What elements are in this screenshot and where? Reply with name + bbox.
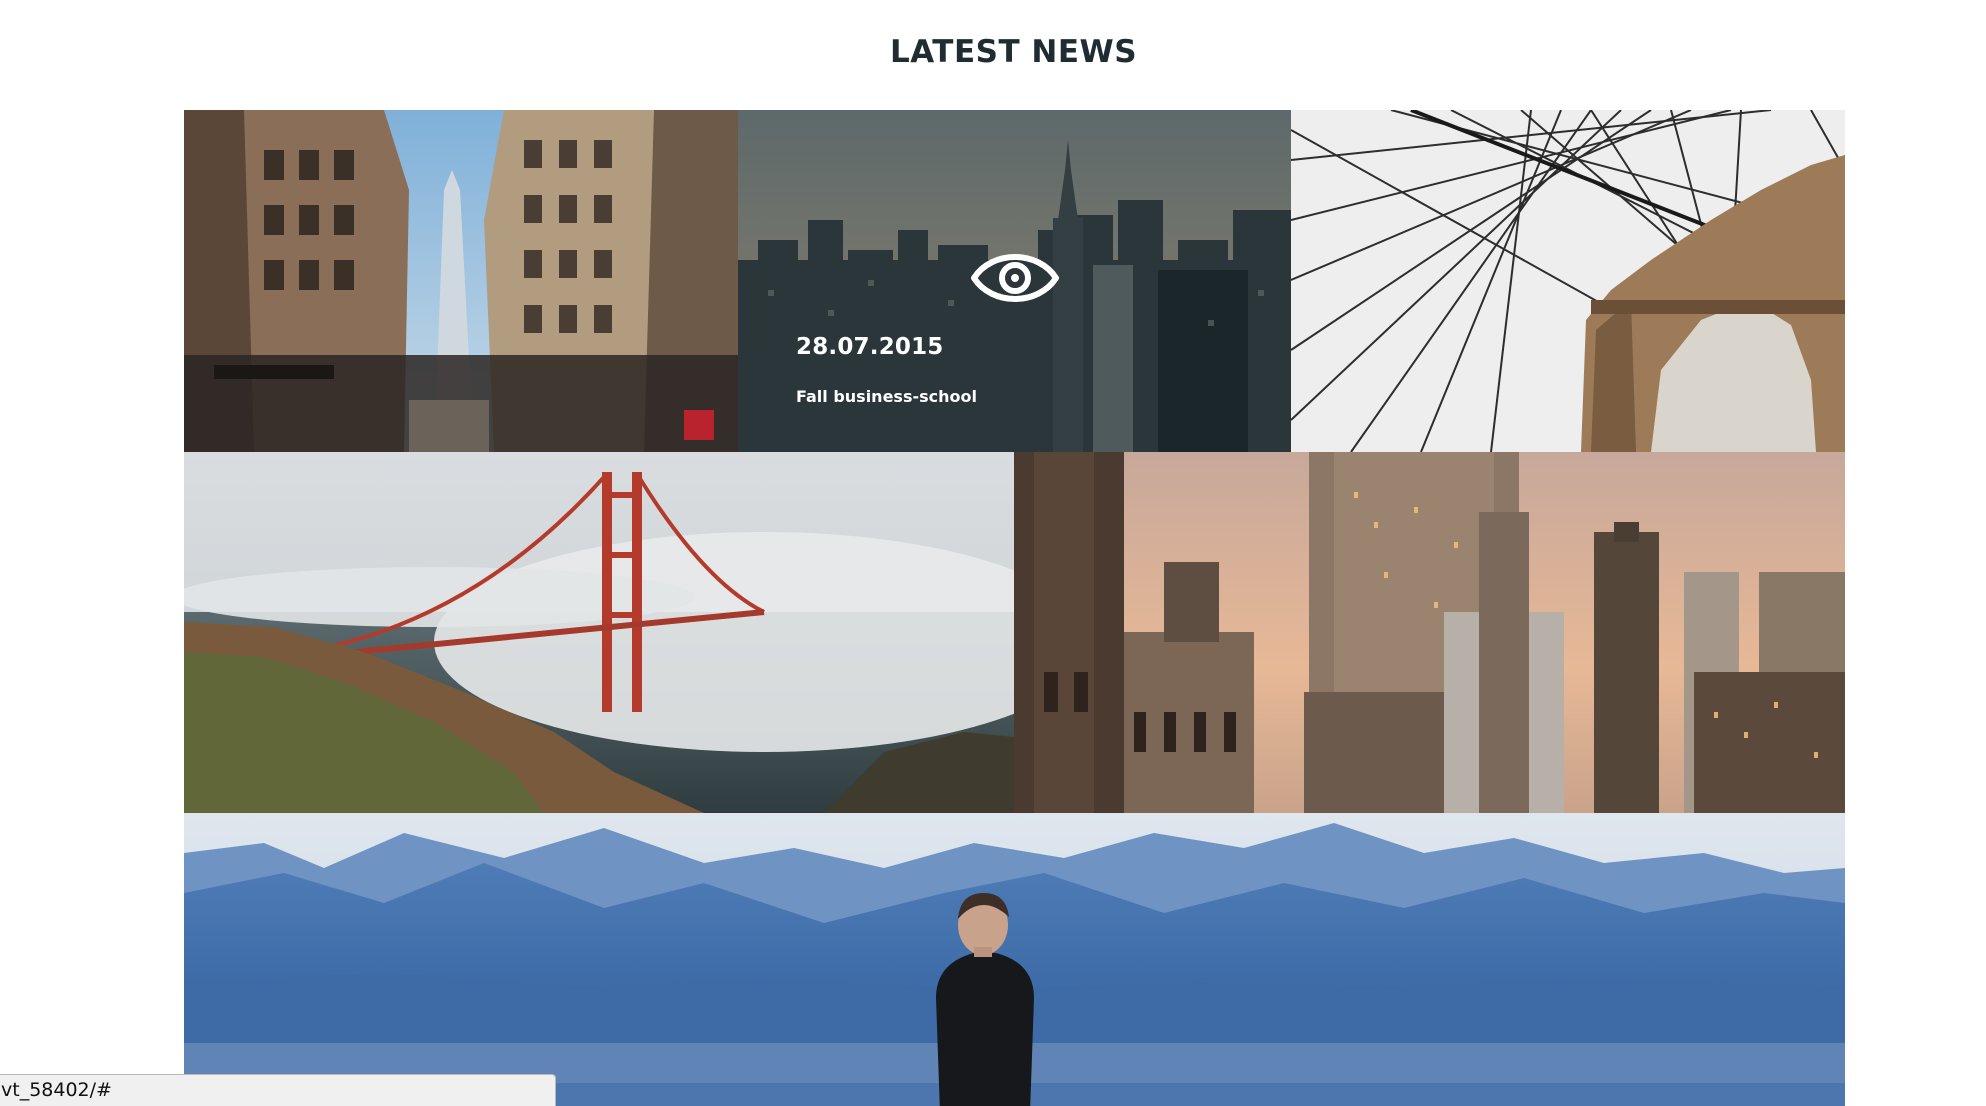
- page: LATEST NEWS 28.07.2015 Fall business-sch…: [0, 0, 1986, 1106]
- news-date: 28.07.2015: [796, 334, 944, 360]
- news-tile-2[interactable]: 28.07.2015 Fall business-school: [738, 110, 1291, 452]
- news-image-6: [184, 813, 1845, 1106]
- news-tile-4[interactable]: [184, 452, 1014, 813]
- news-title[interactable]: Fall business-school: [796, 387, 977, 406]
- news-image-5: [1014, 452, 1845, 813]
- status-bar-url: vt_58402/#: [0, 1074, 556, 1106]
- news-image-4: [184, 452, 1014, 813]
- news-tile-1[interactable]: [184, 110, 738, 452]
- news-tile-6[interactable]: [184, 813, 1845, 1106]
- news-tile-5[interactable]: [1014, 452, 1845, 813]
- news-image-3: [1291, 110, 1845, 452]
- news-image-1: [184, 110, 738, 452]
- news-tile-3[interactable]: [1291, 110, 1845, 452]
- eye-icon[interactable]: [970, 246, 1060, 310]
- section-title: LATEST NEWS: [889, 34, 1138, 70]
